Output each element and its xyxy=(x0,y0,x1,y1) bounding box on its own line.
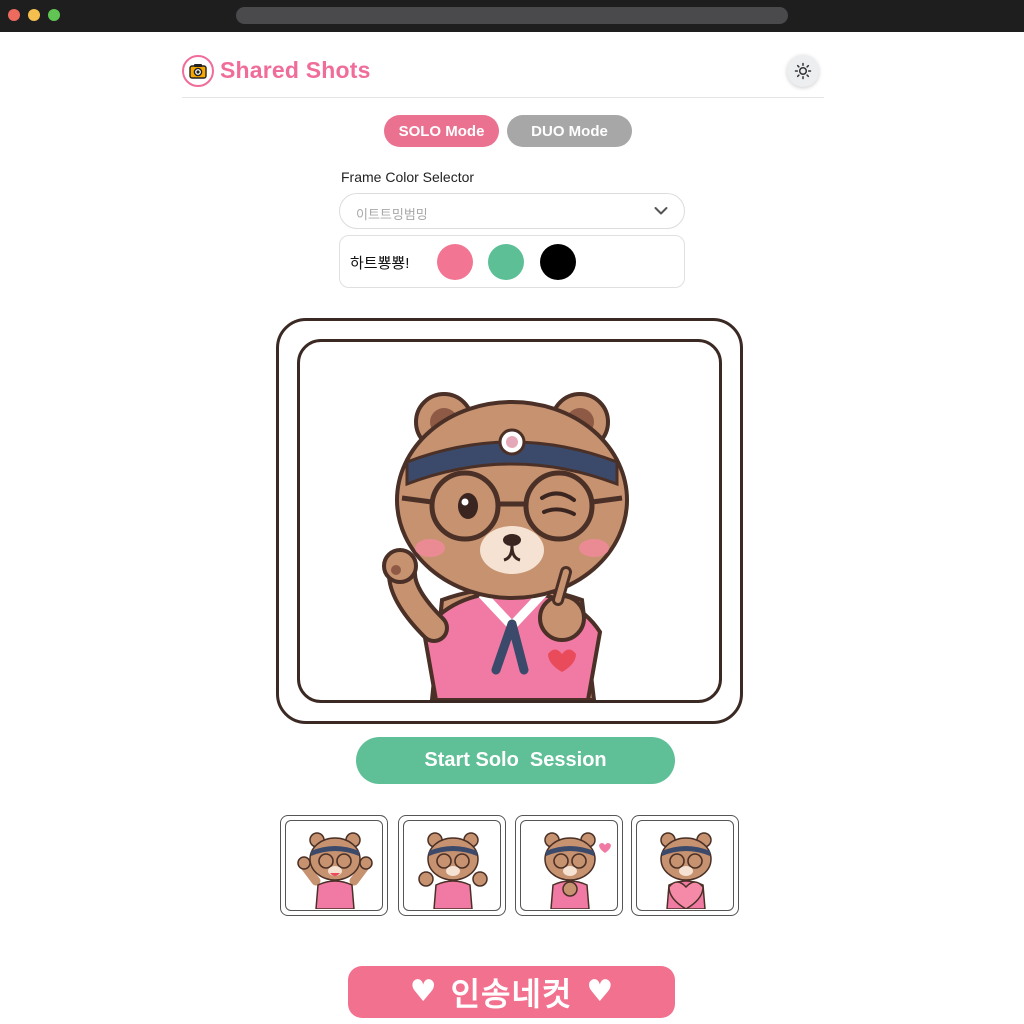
minimize-window-button[interactable] xyxy=(28,9,40,21)
dropdown-selected-value: 이트트밍범밍 xyxy=(356,207,428,222)
frame-color-selector-label: Frame Color Selector xyxy=(341,169,475,185)
bear-finger-heart-image xyxy=(544,832,611,909)
heart-icon: ♥ xyxy=(586,974,614,1009)
photo-frame-preview xyxy=(276,318,743,724)
bear-arms-raised-image xyxy=(297,832,373,909)
app-title: Shared Shots xyxy=(220,57,371,83)
swatch-pink[interactable] xyxy=(437,244,473,280)
sticker-thumbnail-1[interactable] xyxy=(280,815,388,916)
swatch-black[interactable] xyxy=(540,244,576,280)
start-solo-session-button[interactable]: Start Solo Session xyxy=(356,737,675,784)
bear-holding-heart-image xyxy=(660,832,712,909)
swatch-label: 하트뿅뿅! xyxy=(350,255,410,272)
solo-mode-button[interactable]: SOLO Mode xyxy=(384,115,499,147)
app-header: Shared Shots xyxy=(182,44,824,98)
heart-icon: ♥ xyxy=(409,974,437,1009)
close-window-button[interactable] xyxy=(8,9,20,21)
address-bar[interactable] xyxy=(236,7,788,24)
browser-titlebar xyxy=(0,0,1024,32)
sticker-thumbnail-3[interactable] xyxy=(515,815,623,916)
frame-swatch-row: 하트뿅뿅! xyxy=(339,235,685,288)
maximize-window-button[interactable] xyxy=(48,9,60,21)
swatch-green[interactable] xyxy=(488,244,524,280)
theme-toggle-button[interactable] xyxy=(787,55,819,87)
camera-icon xyxy=(182,55,214,87)
sticker-thumbnail-4[interactable] xyxy=(631,815,739,916)
bear-character-image xyxy=(382,392,629,700)
banner-title: 인송네컷 xyxy=(450,975,573,1013)
sun-icon xyxy=(794,62,812,80)
duo-mode-button[interactable]: DUO Mode xyxy=(507,115,632,147)
chevron-down-icon xyxy=(654,207,668,215)
sticker-thumbnail-2[interactable] xyxy=(398,815,506,916)
brand-banner: ♥ 인송네컷 ♥ xyxy=(348,966,675,1018)
photo-frame-inner xyxy=(297,339,722,703)
frame-color-dropdown[interactable]: 이트트밍범밍 xyxy=(339,193,685,229)
bear-thumbs-up-image xyxy=(418,832,488,909)
